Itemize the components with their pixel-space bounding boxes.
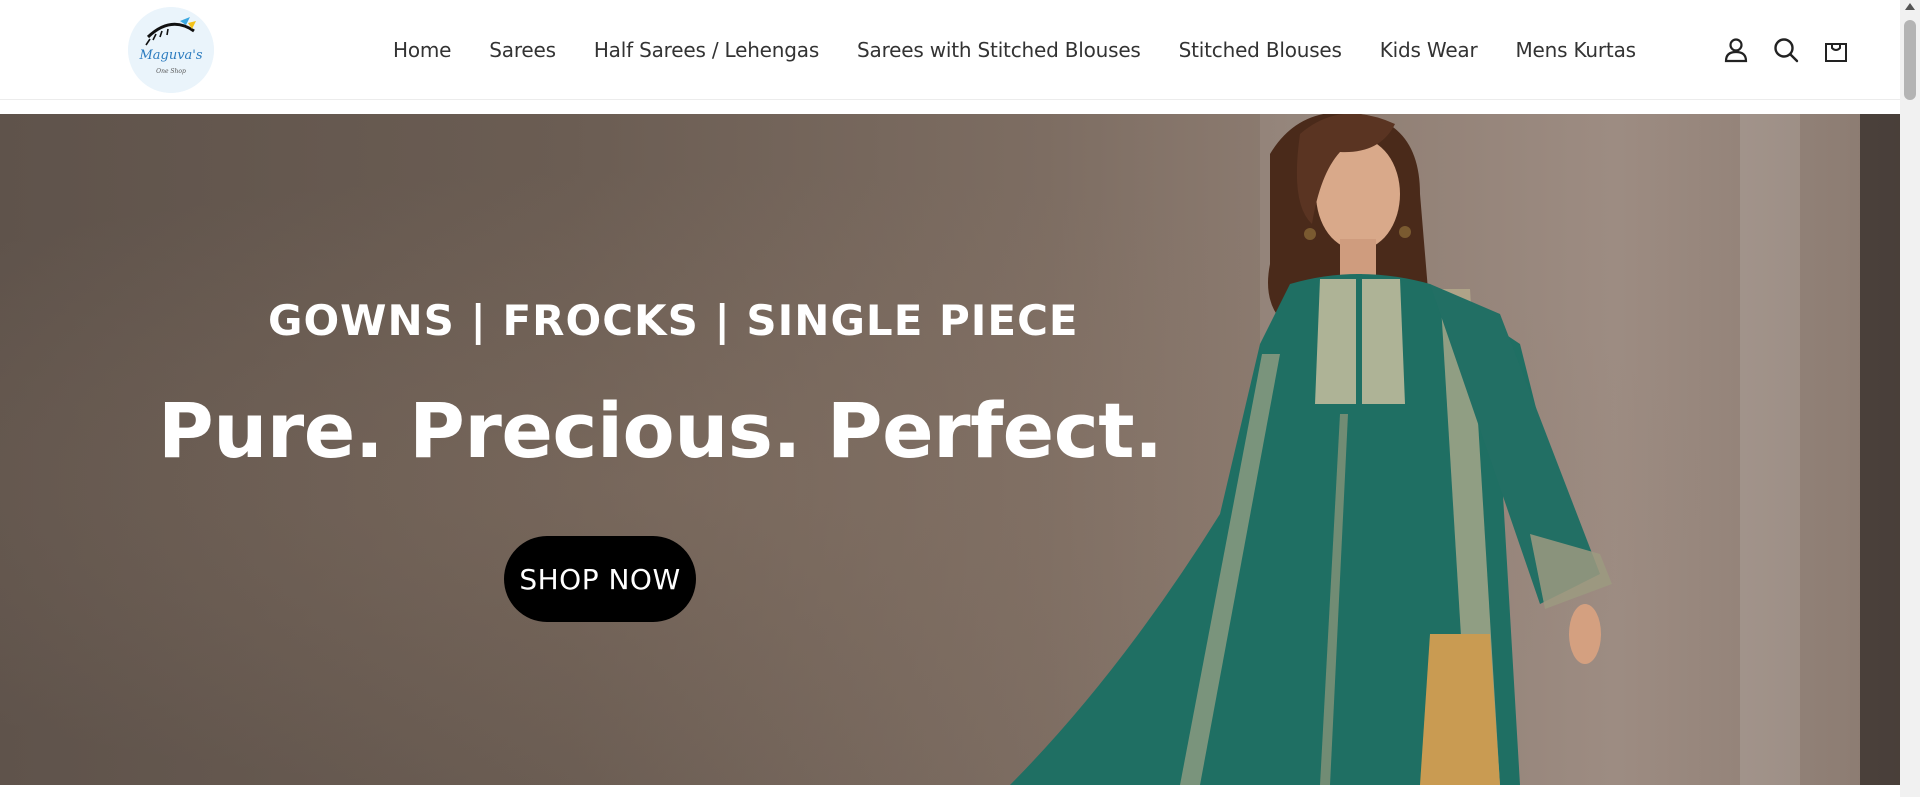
site-header: Maguva's One Shop Home Sarees Half Saree… (0, 0, 1900, 100)
nav-half-sarees-lehengas[interactable]: Half Sarees / Lehengas (594, 38, 819, 62)
main-nav: Home Sarees Half Sarees / Lehengas Saree… (393, 0, 1636, 100)
hero-subtitle: GOWNS | FROCKS | SINGLE PIECE (268, 296, 1079, 345)
nav-home[interactable]: Home (393, 38, 451, 62)
hero-banner: GOWNS | FROCKS | SINGLE PIECE Pure. Prec… (0, 114, 1900, 785)
nav-kids-wear[interactable]: Kids Wear (1380, 38, 1478, 62)
scroll-thumb[interactable] (1904, 20, 1916, 100)
search-icon[interactable] (1770, 34, 1802, 66)
nav-stitched-blouses[interactable]: Stitched Blouses (1179, 38, 1342, 62)
nav-sarees[interactable]: Sarees (489, 38, 556, 62)
nav-sarees-with-stitched-blouses[interactable]: Sarees with Stitched Blouses (857, 38, 1141, 62)
page: Maguva's One Shop Home Sarees Half Saree… (0, 0, 1920, 797)
page-scrollbar[interactable] (1900, 0, 1920, 797)
nav-mens-kurtas[interactable]: Mens Kurtas (1516, 38, 1637, 62)
logo-tagline: One Shop (156, 68, 186, 75)
hero-model-image (1000, 114, 1700, 785)
logo-text: Maguva's (138, 48, 202, 63)
wall-shadow (1860, 114, 1900, 785)
cart-icon[interactable] (1820, 34, 1852, 66)
header-icons (1720, 34, 1852, 66)
account-icon[interactable] (1720, 34, 1752, 66)
wall-panel (1740, 114, 1800, 785)
shop-now-button[interactable]: SHOP NOW (504, 536, 696, 622)
scroll-up-arrow[interactable] (1905, 3, 1915, 10)
logo[interactable]: Maguva's One Shop (128, 7, 214, 93)
model-figure (1010, 114, 1612, 785)
logo-mark: Maguva's One Shop (128, 7, 214, 93)
